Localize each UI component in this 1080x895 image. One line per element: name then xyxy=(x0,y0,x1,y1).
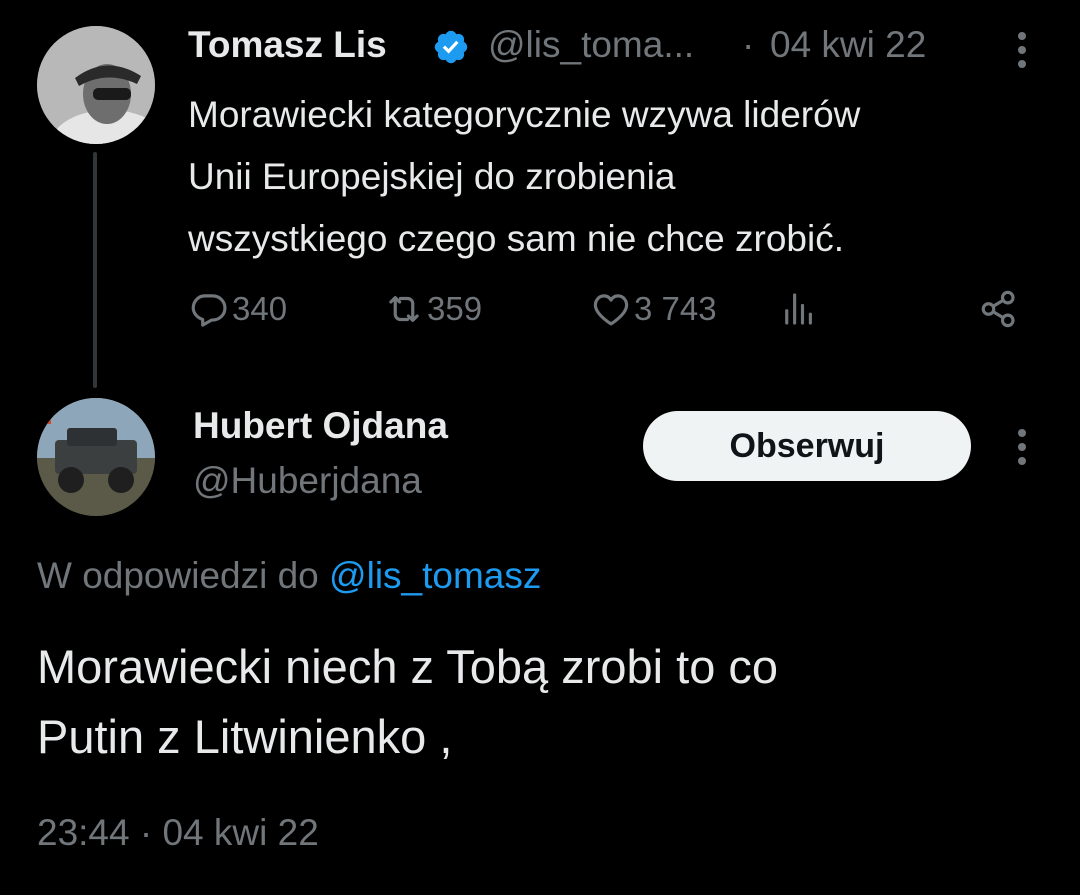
retweet-count: 359 xyxy=(427,290,483,327)
share-button[interactable] xyxy=(978,287,1022,331)
parent-tweet-line: wszystkiego czego sam nie chce zrobić. xyxy=(188,218,844,259)
reply-count: 340 xyxy=(232,290,288,327)
more-options-icon[interactable] xyxy=(1008,28,1036,72)
like-icon xyxy=(593,294,629,326)
replying-to-line: W odpowiedzi do @lis_tomasz xyxy=(37,555,541,597)
like-count: 3 743 xyxy=(634,290,717,327)
follow-button[interactable]: Obserwuj xyxy=(643,411,971,481)
reply-tweet-line: Morawiecki niech z Tobą zrobi to co xyxy=(37,640,779,693)
reply-button[interactable]: 340 xyxy=(188,287,287,331)
more-options-icon[interactable] xyxy=(1008,425,1036,469)
reply-author-name[interactable]: Hubert Ojdana xyxy=(193,405,448,447)
reply-timestamp[interactable]: 23:44 · 04 kwi 22 xyxy=(37,812,319,854)
reply-author-handle[interactable]: @Huberjdana xyxy=(193,460,422,502)
like-button[interactable]: 3 743 xyxy=(590,287,717,331)
parent-tweet-text: Morawiecki kategorycznie wzywa liderów U… xyxy=(188,84,1058,270)
reply-tweet-text: Morawiecki niech z Tobą zrobi to co Puti… xyxy=(37,632,1047,772)
replying-to-prefix: W odpowiedzi do xyxy=(37,555,319,596)
replying-to-link[interactable]: @lis_tomasz xyxy=(329,555,541,596)
tomasz-lis-avatar[interactable] xyxy=(37,26,155,144)
thread-connector-line xyxy=(93,152,97,388)
views-button[interactable] xyxy=(778,287,822,331)
reply-tweet-line: Putin z Litwinienko , xyxy=(37,710,453,763)
parent-tweet-date[interactable]: 04 kwi 22 xyxy=(770,24,926,66)
separator-dot: · xyxy=(742,24,755,65)
parent-author-name[interactable]: Tomasz Lis xyxy=(188,24,387,66)
retweet-button[interactable]: 359 xyxy=(383,287,482,331)
views-icon xyxy=(785,293,812,325)
retweet-icon xyxy=(389,296,419,322)
verified-badge-icon xyxy=(434,30,468,64)
share-icon xyxy=(981,290,1015,328)
parent-tweet-line: Morawiecki kategorycznie wzywa liderów xyxy=(188,94,861,135)
parent-author-handle[interactable]: @lis_toma... xyxy=(488,24,694,66)
parent-tweet-line: Unii Europejskiej do zrobienia xyxy=(188,156,676,197)
reply-icon xyxy=(191,294,227,327)
hubert-ojdana-avatar[interactable] xyxy=(37,398,155,516)
